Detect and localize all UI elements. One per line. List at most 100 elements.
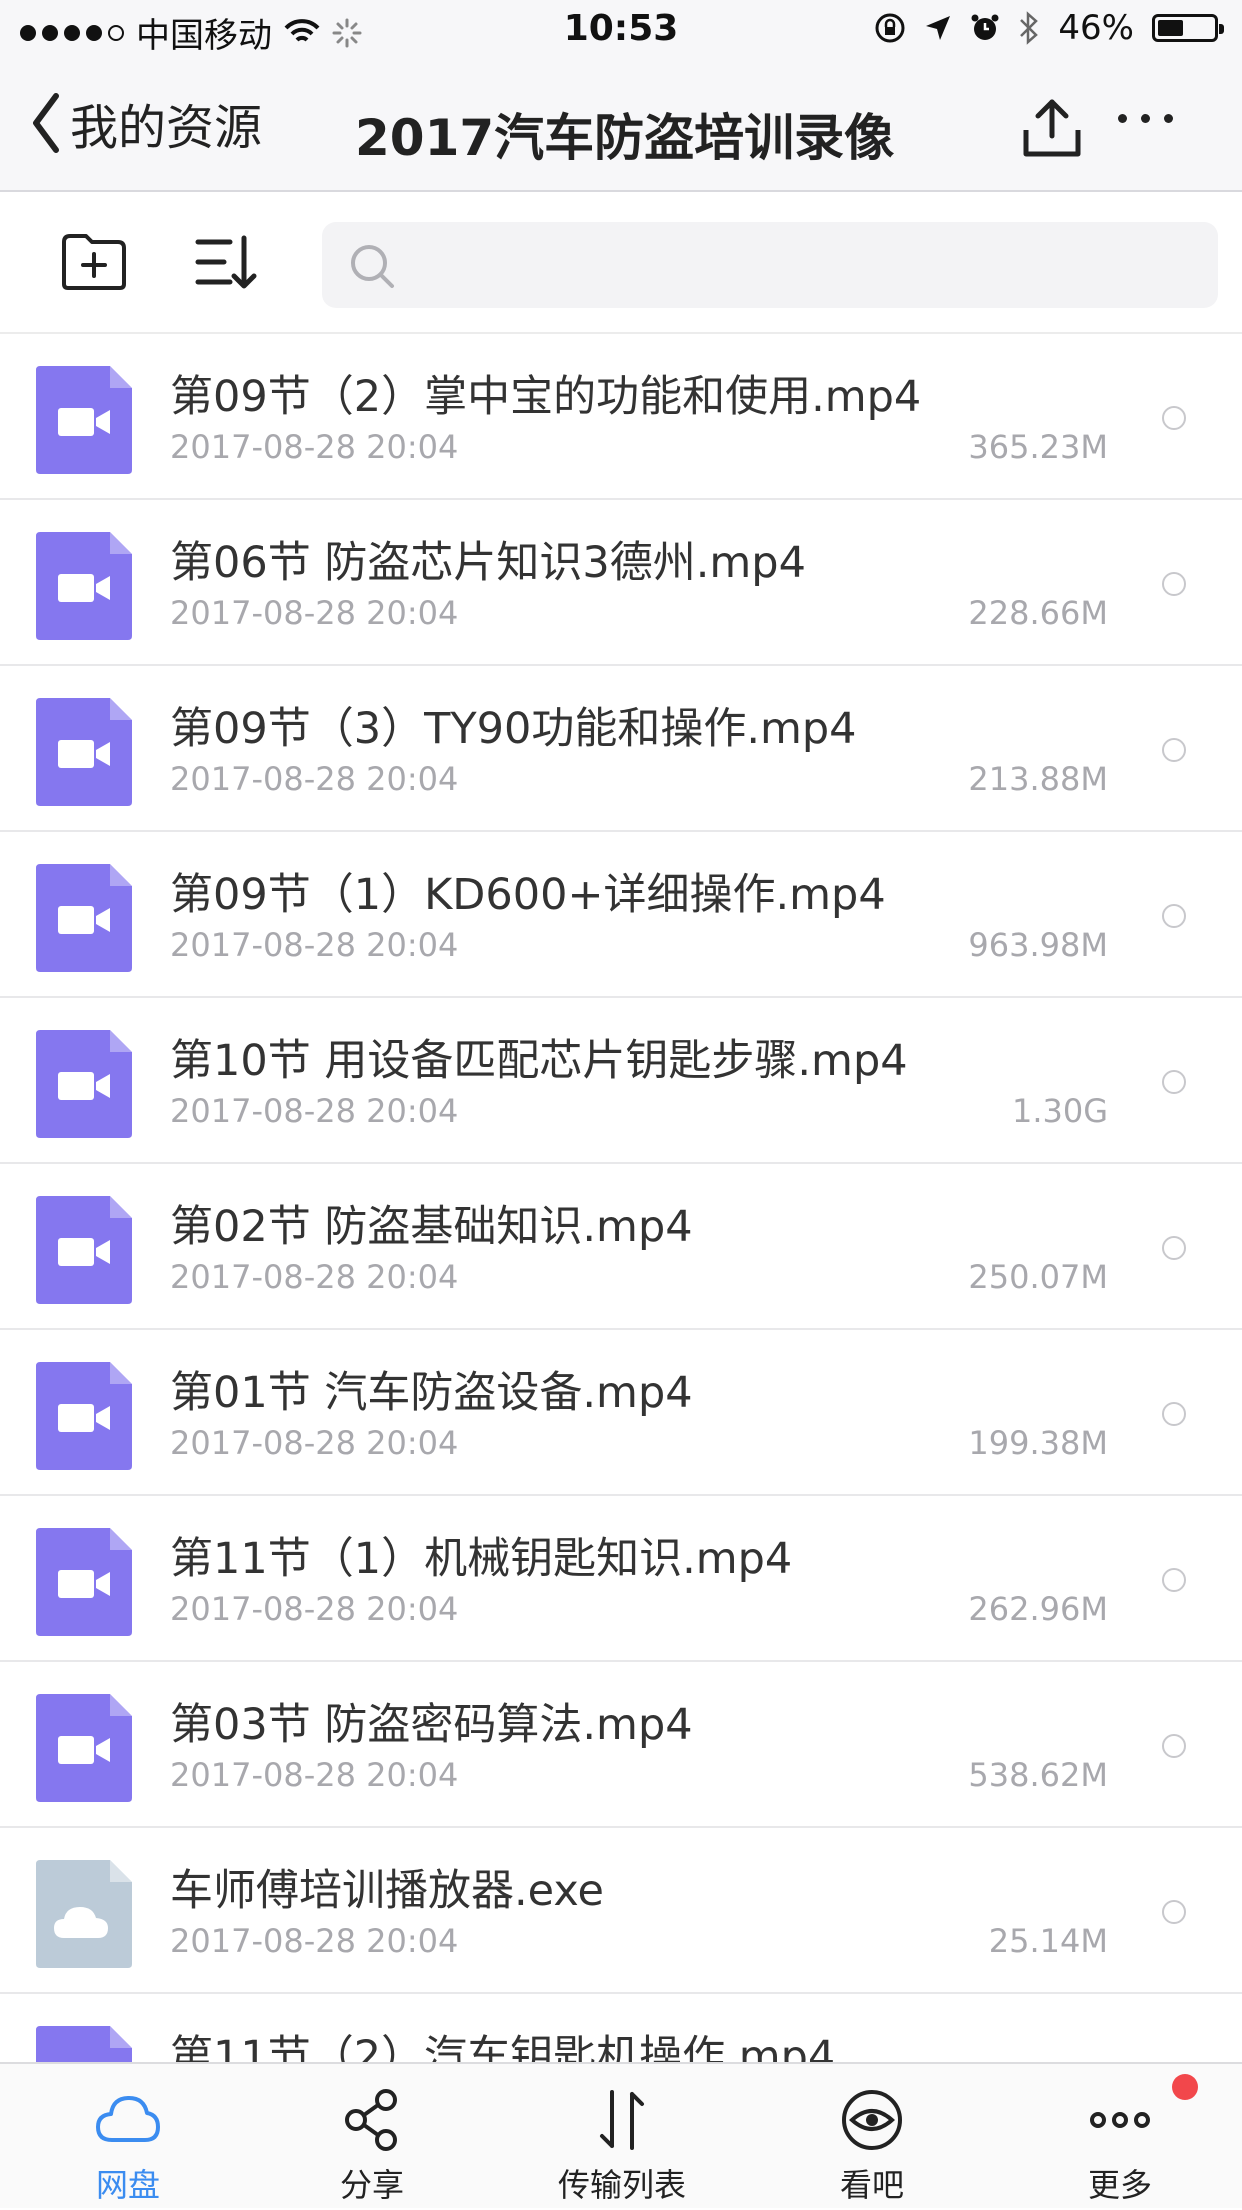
file-date: 2017-08-28 20:04 bbox=[170, 1922, 459, 1960]
video-file-icon bbox=[36, 1528, 132, 1636]
file-date: 2017-08-28 20:04 bbox=[170, 428, 459, 466]
more-dot-icon bbox=[1164, 114, 1173, 123]
file-name: 第03节 防盗密码算法.mp4 bbox=[170, 1700, 693, 1750]
file-date: 2017-08-28 20:04 bbox=[170, 1590, 459, 1628]
transfer-icon bbox=[600, 2090, 644, 2150]
select-radio[interactable] bbox=[1162, 406, 1186, 430]
file-row[interactable]: 第10节 用设备匹配芯片钥匙步骤.mp4 2017-08-28 20:04 1.… bbox=[0, 998, 1242, 1164]
notification-badge bbox=[1172, 2074, 1198, 2100]
more-options-button[interactable] bbox=[1118, 114, 1173, 123]
file-date: 2017-08-28 20:04 bbox=[170, 926, 459, 964]
new-folder-icon[interactable] bbox=[60, 232, 128, 292]
file-size: 250.07M bbox=[968, 1258, 1108, 1296]
tab-label: 看吧 bbox=[839, 2166, 904, 2204]
page-title: 2017汽车防盗培训录像 bbox=[355, 109, 895, 167]
location-arrow-icon bbox=[926, 16, 951, 40]
bluetooth-icon bbox=[1020, 11, 1039, 45]
tab-label: 分享 bbox=[339, 2166, 404, 2204]
select-radio[interactable] bbox=[1162, 1070, 1186, 1094]
file-name: 第06节 防盗芯片知识3德州.mp4 bbox=[170, 538, 806, 588]
status-bar: 中国移动 10:53 46% bbox=[0, 0, 1242, 62]
file-row[interactable]: 第11节（2）汽车钥匙机操作.mp4 bbox=[0, 1994, 1242, 2062]
file-date: 2017-08-28 20:04 bbox=[170, 1258, 459, 1296]
rotation-lock-icon bbox=[875, 13, 905, 43]
upload-icon[interactable] bbox=[1020, 96, 1084, 160]
video-file-icon bbox=[36, 1694, 132, 1802]
select-radio[interactable] bbox=[1162, 572, 1186, 596]
file-date: 2017-08-28 20:04 bbox=[170, 594, 459, 632]
toolbar bbox=[0, 192, 1242, 334]
file-date: 2017-08-28 20:04 bbox=[170, 1092, 459, 1130]
chevron-left-icon bbox=[33, 93, 59, 153]
tab-label: 网盘 bbox=[95, 2166, 160, 2204]
file-name: 第11节（2）汽车钥匙机操作.mp4 bbox=[170, 2032, 836, 2062]
file-row[interactable]: 第09节（2）掌中宝的功能和使用.mp4 2017-08-28 20:04 36… bbox=[0, 334, 1242, 500]
file-row[interactable]: 第01节 汽车防盗设备.mp4 2017-08-28 20:04 199.38M bbox=[0, 1330, 1242, 1496]
select-radio[interactable] bbox=[1162, 1402, 1186, 1426]
tab-bar: 网盘 分享 传输列表 看吧 更多 bbox=[0, 2062, 1242, 2208]
back-label: 我的资源 bbox=[70, 100, 263, 156]
select-radio[interactable] bbox=[1162, 1900, 1186, 1924]
select-radio[interactable] bbox=[1162, 1568, 1186, 1592]
status-right: 46% bbox=[874, 8, 1224, 48]
back-button[interactable]: 我的资源 bbox=[30, 88, 262, 158]
select-radio[interactable] bbox=[1162, 904, 1186, 928]
file-name: 第09节（1）KD600+详细操作.mp4 bbox=[170, 870, 886, 920]
navigation-bar: 我的资源 2017汽车防盗培训录像 bbox=[0, 62, 1242, 192]
file-size: 262.96M bbox=[968, 1590, 1108, 1628]
tab-netdisk[interactable]: 网盘 bbox=[28, 2064, 228, 2210]
more-dot-icon bbox=[1118, 114, 1127, 123]
search-box[interactable] bbox=[322, 222, 1218, 310]
battery-percent: 46% bbox=[1058, 8, 1134, 48]
file-size: 1.30G bbox=[1011, 1092, 1108, 1130]
file-row[interactable]: 第03节 防盗密码算法.mp4 2017-08-28 20:04 538.62M bbox=[0, 1662, 1242, 1828]
file-size: 963.98M bbox=[968, 926, 1108, 964]
video-file-icon bbox=[36, 1196, 132, 1304]
video-file-icon bbox=[36, 532, 132, 640]
sort-icon[interactable] bbox=[194, 232, 260, 292]
video-file-icon bbox=[36, 864, 132, 972]
select-radio[interactable] bbox=[1162, 1236, 1186, 1260]
file-row[interactable]: 第02节 防盗基础知识.mp4 2017-08-28 20:04 250.07M bbox=[0, 1164, 1242, 1330]
eye-icon bbox=[842, 2090, 902, 2150]
file-row[interactable]: 第09节（1）KD600+详细操作.mp4 2017-08-28 20:04 9… bbox=[0, 832, 1242, 998]
battery-icon bbox=[1152, 14, 1224, 42]
video-file-icon bbox=[36, 698, 132, 806]
video-file-icon bbox=[36, 1362, 132, 1470]
file-size: 228.66M bbox=[968, 594, 1108, 632]
more-dot-icon bbox=[1141, 114, 1150, 123]
file-name: 第11节（1）机械钥匙知识.mp4 bbox=[170, 1534, 793, 1584]
file-name: 第01节 汽车防盗设备.mp4 bbox=[170, 1368, 693, 1418]
file-name: 第09节（2）掌中宝的功能和使用.mp4 bbox=[170, 372, 922, 422]
file-size: 365.23M bbox=[968, 428, 1108, 466]
file-row[interactable]: 第06节 防盗芯片知识3德州.mp4 2017-08-28 20:04 228.… bbox=[0, 500, 1242, 666]
tab-label: 更多 bbox=[1087, 2166, 1152, 2204]
search-input[interactable] bbox=[412, 222, 1206, 310]
file-name: 车师傅培训播放器.exe bbox=[170, 1866, 604, 1916]
file-row[interactable]: 第09节（3）TY90功能和操作.mp4 2017-08-28 20:04 21… bbox=[0, 666, 1242, 832]
file-list: 第09节（2）掌中宝的功能和使用.mp4 2017-08-28 20:04 36… bbox=[0, 334, 1242, 2062]
cloud-file-icon bbox=[36, 1860, 132, 1968]
search-icon bbox=[351, 245, 394, 288]
battery-fill bbox=[1158, 20, 1183, 36]
file-size: 199.38M bbox=[968, 1424, 1108, 1462]
file-row[interactable]: 第11节（1）机械钥匙知识.mp4 2017-08-28 20:04 262.9… bbox=[0, 1496, 1242, 1662]
video-file-icon bbox=[36, 2026, 132, 2062]
tab-label: 传输列表 bbox=[557, 2166, 686, 2204]
alarm-icon bbox=[971, 14, 999, 40]
file-size: 538.62M bbox=[968, 1756, 1108, 1794]
file-size: 25.14M bbox=[988, 1922, 1108, 1960]
select-radio[interactable] bbox=[1162, 1734, 1186, 1758]
tab-share[interactable]: 分享 bbox=[272, 2064, 472, 2210]
file-name: 第02节 防盗基础知识.mp4 bbox=[170, 1202, 693, 1252]
tab-transfer-list[interactable]: 传输列表 bbox=[522, 2064, 722, 2210]
file-row[interactable]: 车师傅培训播放器.exe 2017-08-28 20:04 25.14M bbox=[0, 1828, 1242, 1994]
file-name: 第10节 用设备匹配芯片钥匙步骤.mp4 bbox=[170, 1036, 908, 1086]
more-icon bbox=[1090, 2112, 1150, 2128]
file-date: 2017-08-28 20:04 bbox=[170, 1424, 459, 1462]
file-name: 第09节（3）TY90功能和操作.mp4 bbox=[170, 704, 857, 754]
video-file-icon bbox=[36, 1030, 132, 1138]
select-radio[interactable] bbox=[1162, 738, 1186, 762]
cloud-icon bbox=[96, 2096, 160, 2142]
tab-watch[interactable]: 看吧 bbox=[772, 2064, 972, 2210]
